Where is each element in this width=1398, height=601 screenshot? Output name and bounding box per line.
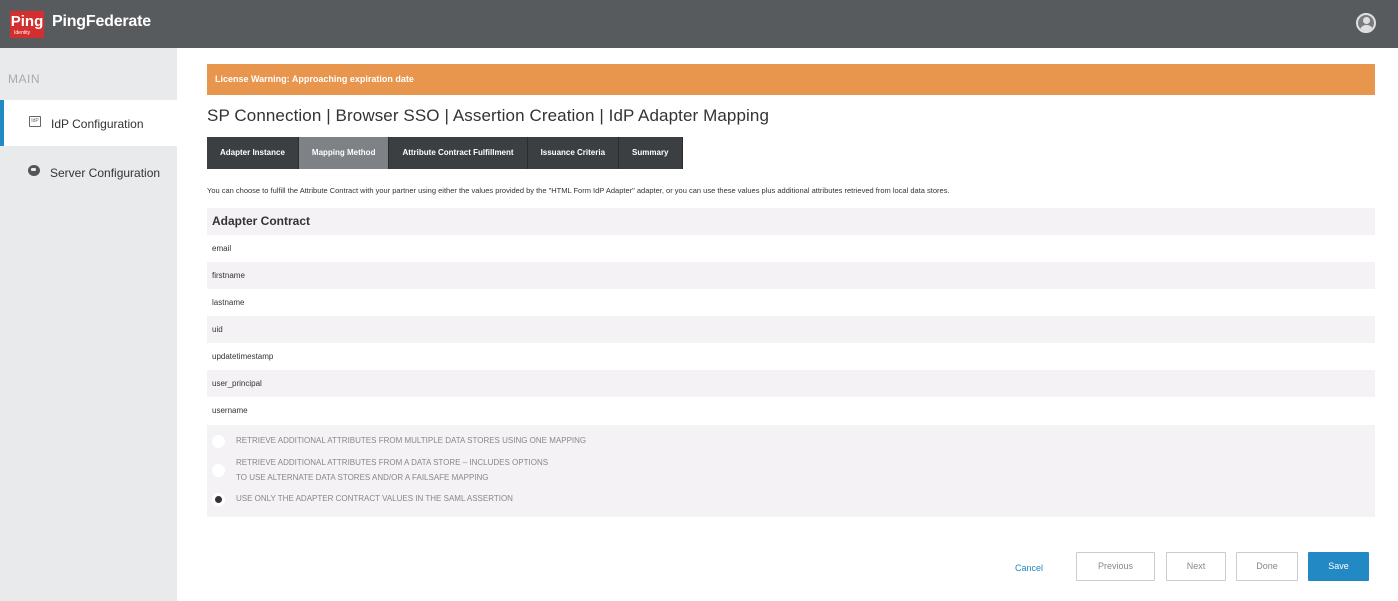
tab-adapter-instance[interactable]: Adapter Instance [207, 137, 299, 169]
contract-row: uid [207, 316, 1375, 343]
wizard-tabs: Adapter Instance Mapping Method Attribut… [207, 137, 683, 169]
done-button[interactable]: Done [1236, 552, 1298, 581]
contract-row: updatetimestamp [212, 352, 274, 361]
contract-row: lastname [212, 298, 245, 307]
page-title: SP Connection | Browser SSO | Assertion … [207, 106, 770, 125]
tab-issuance-criteria[interactable]: Issuance Criteria [528, 137, 620, 169]
mapping-options: RETRIEVE ADDITIONAL ATTRIBUTES FROM MULT… [207, 425, 1375, 517]
radio-button[interactable] [212, 435, 225, 448]
sidebar-item-label: IdP Configuration [51, 117, 144, 131]
next-button[interactable]: Next [1166, 552, 1226, 581]
user-icon-head [1363, 17, 1370, 24]
description-text: You can choose to fulfill the Attribute … [207, 186, 950, 195]
sidebar-section-main: MAIN [8, 72, 40, 86]
contract-row: username [212, 406, 248, 415]
save-button[interactable]: Save [1308, 552, 1369, 581]
sidebar-item-server-configuration[interactable]: Server Configuration [0, 149, 177, 195]
logo-text: Ping [10, 13, 44, 30]
ping-logo: Ping Identity [10, 11, 44, 38]
option-label: RETRIEVE ADDITIONAL ATTRIBUTES FROM A DA… [236, 458, 549, 467]
option-single-data-store[interactable]: RETRIEVE ADDITIONAL ATTRIBUTES FROM A DA… [212, 456, 912, 486]
contract-row: email [212, 244, 232, 253]
option-adapter-contract-only[interactable]: USE ONLY THE ADAPTER CONTRACT VALUES IN … [212, 492, 912, 508]
tab-mapping-method[interactable]: Mapping Method [298, 137, 390, 169]
sidebar-item-label: Server Configuration [50, 166, 161, 180]
top-bar: Ping Identity PingFederate [0, 0, 1398, 48]
logo-subtext: Identity [14, 30, 31, 36]
sidebar: MAIN IdP IdP Configuration Server Config… [0, 48, 177, 601]
idp-icon: IdP [29, 116, 41, 127]
server-icon [28, 165, 40, 176]
option-multiple-data-stores[interactable]: RETRIEVE ADDITIONAL ATTRIBUTES FROM MULT… [212, 434, 912, 450]
contract-row: user_principal [207, 370, 1375, 397]
option-label: RETRIEVE ADDITIONAL ATTRIBUTES FROM MULT… [236, 436, 587, 445]
radio-button[interactable] [212, 464, 225, 477]
option-label-line2: TO USE ALTERNATE DATA STORES AND/OR A FA… [236, 473, 489, 482]
adapter-contract-header: Adapter Contract [207, 208, 1375, 235]
product-name: PingFederate [52, 13, 151, 30]
active-item-arrow [177, 100, 185, 148]
contract-row: firstname [207, 262, 1375, 289]
cancel-button[interactable]: Cancel [1015, 563, 1043, 573]
radio-button-selected[interactable] [212, 493, 225, 506]
user-icon-torso [1360, 25, 1373, 31]
tab-attribute-contract-fulfillment[interactable]: Attribute Contract Fulfillment [389, 137, 528, 169]
option-label: USE ONLY THE ADAPTER CONTRACT VALUES IN … [236, 494, 513, 503]
license-warning-banner: License Warning: Approaching expiration … [207, 64, 1375, 95]
user-icon[interactable] [1356, 13, 1376, 33]
tab-summary[interactable]: Summary [619, 137, 683, 169]
previous-button[interactable]: Previous [1076, 552, 1155, 581]
sidebar-item-idp-configuration[interactable]: IdP IdP Configuration [0, 100, 177, 146]
